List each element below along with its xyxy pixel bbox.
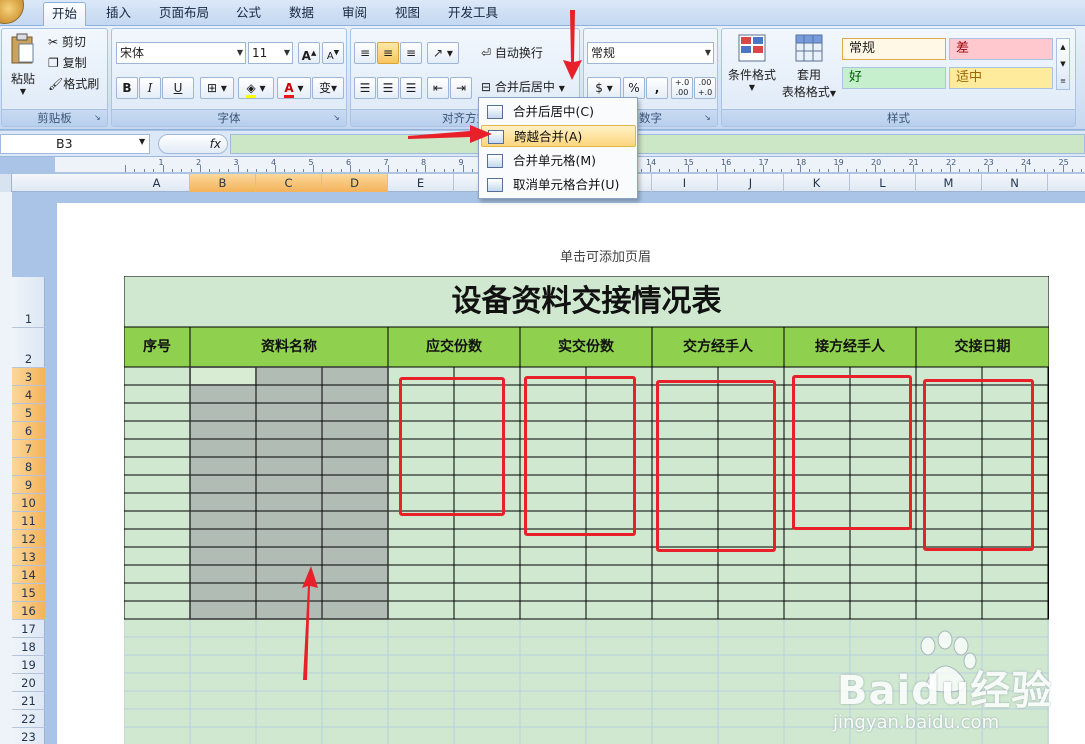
watermark-url: jingyan.baidu.com [833,712,1000,733]
arrow-right-icon [408,125,492,143]
watermark-brand: Baidu经验 [837,668,1053,714]
baidu-watermark: Baidu经验 jingyan.baidu.com [833,628,1083,744]
arrow-up-icon [302,566,318,680]
arrow-down-icon [563,10,582,80]
